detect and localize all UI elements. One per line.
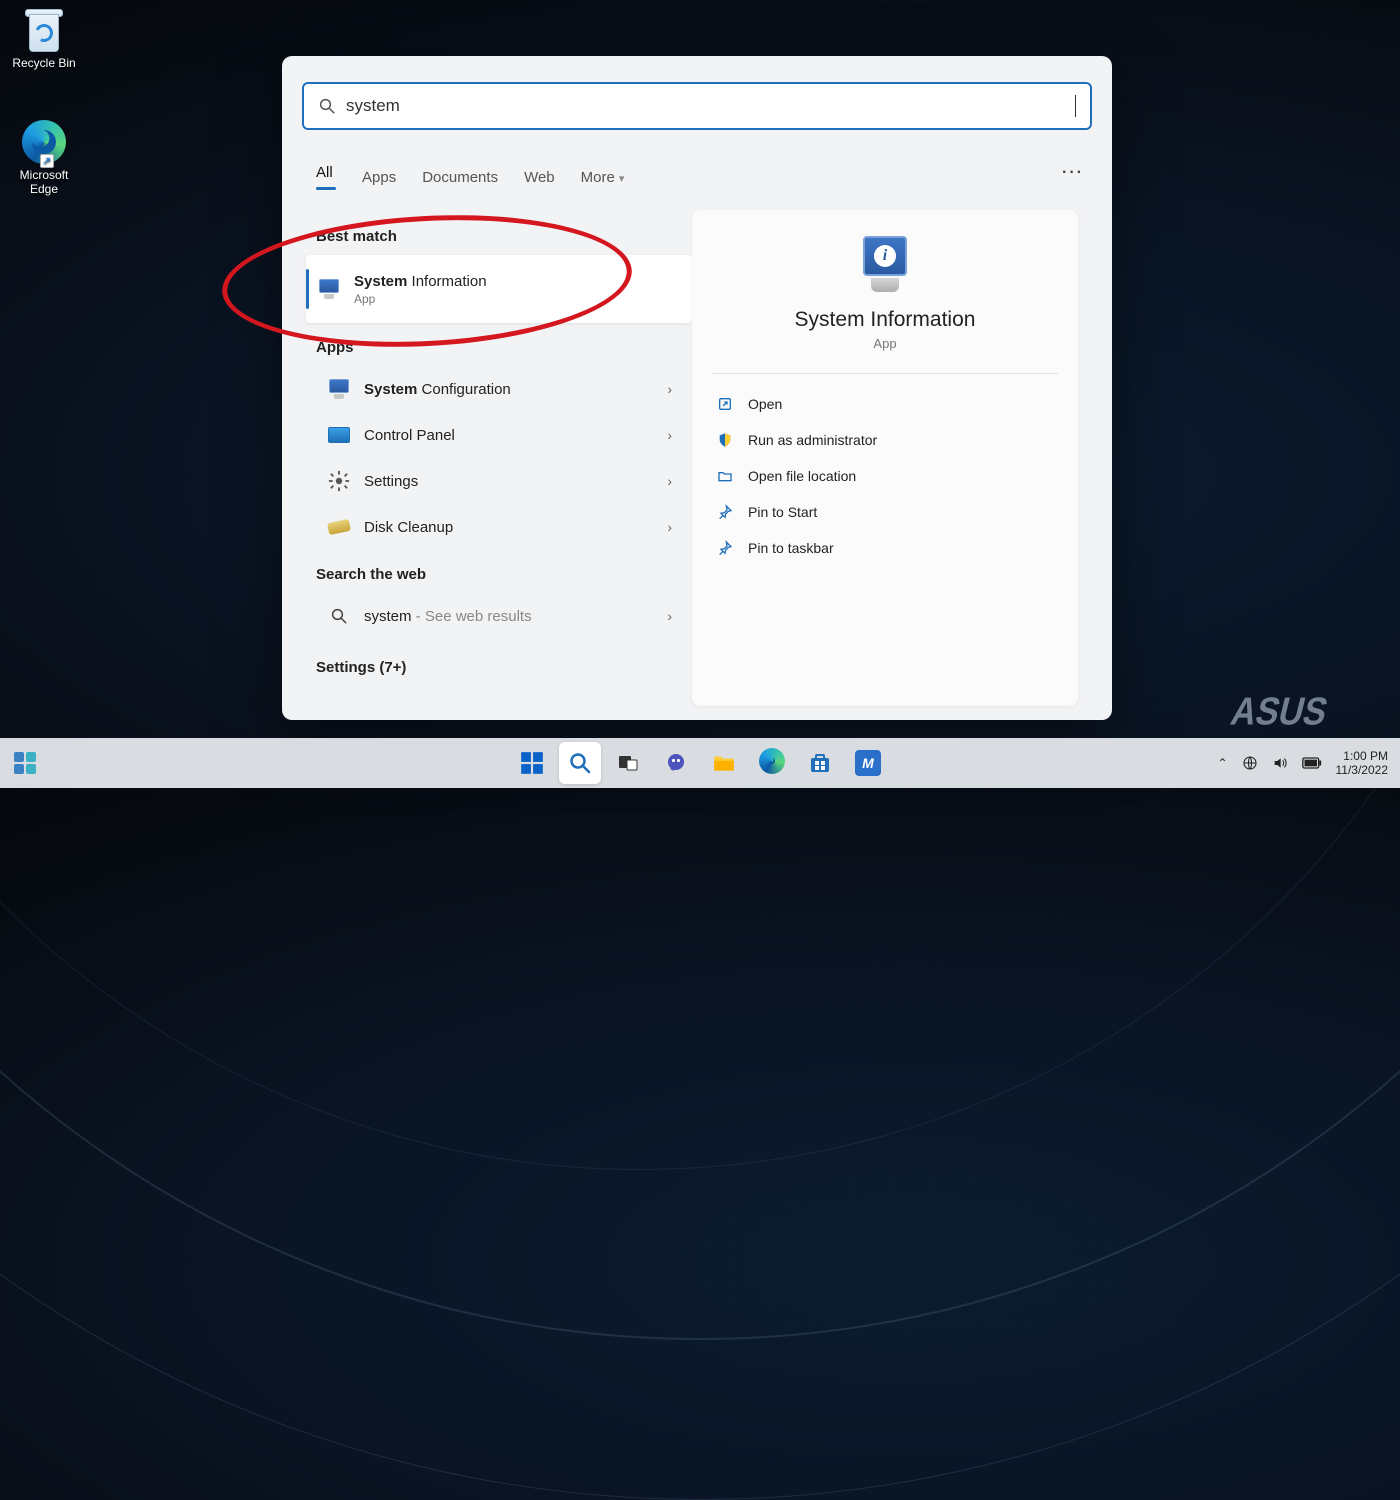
shortcut-arrow-icon: ↗ (40, 154, 54, 168)
taskbar: M ⌃ 1:00 PM 11/3/2022 (0, 738, 1400, 788)
tab-all[interactable]: All (316, 154, 336, 200)
msconfig-icon (326, 376, 352, 402)
desktop-icon-label: Recycle Bin (4, 56, 84, 70)
action-open-location[interactable]: Open file location (712, 458, 1058, 494)
pin-icon (716, 539, 734, 557)
volume-icon[interactable] (1272, 755, 1288, 771)
shield-icon (716, 431, 734, 449)
system-info-icon (316, 276, 342, 302)
action-run-admin[interactable]: Run as administrator (712, 422, 1058, 458)
battery-icon[interactable] (1302, 757, 1322, 769)
desktop-icon-recycle-bin[interactable]: Recycle Bin (4, 6, 84, 70)
search-box[interactable]: system (302, 82, 1092, 130)
chevron-down-icon: ▾ (619, 173, 625, 185)
tab-more[interactable]: More▾ (581, 159, 625, 196)
chevron-right-icon: › (667, 473, 672, 489)
action-pin-start[interactable]: Pin to Start (712, 494, 1058, 530)
edge-taskbar-button[interactable] (751, 742, 793, 784)
system-info-icon: i (855, 236, 915, 292)
search-options-button[interactable]: ··· (1062, 164, 1084, 182)
result-system-information[interactable]: System Information App (306, 255, 692, 323)
desktop-icon-label: Microsoft Edge (4, 168, 84, 196)
tab-web[interactable]: Web (524, 159, 555, 196)
pin-icon (716, 503, 734, 521)
chevron-right-icon: › (667, 381, 672, 397)
start-button[interactable] (511, 742, 553, 784)
taskbar-clock[interactable]: 1:00 PM 11/3/2022 (1336, 749, 1389, 777)
section-apps: Apps (316, 339, 682, 356)
result-control-panel[interactable]: Control Panel › (316, 412, 682, 458)
preview-subtitle: App (712, 336, 1058, 351)
result-web-system[interactable]: system - See web results › (316, 593, 682, 639)
myasus-button[interactable]: M (847, 742, 889, 784)
network-icon[interactable] (1242, 755, 1258, 771)
recycle-bin-icon (23, 6, 65, 52)
search-input-text: system (346, 96, 1075, 116)
file-explorer-button[interactable] (703, 742, 745, 784)
chevron-right-icon: › (667, 519, 672, 535)
widgets-button[interactable] (10, 748, 40, 778)
task-view-button[interactable] (607, 742, 649, 784)
system-tray: ⌃ 1:00 PM 11/3/2022 (1217, 738, 1388, 788)
search-filter-tabs: All Apps Documents Web More▾ (316, 154, 624, 200)
gear-icon (326, 468, 352, 494)
section-search-web: Search the web (316, 566, 682, 583)
divider (712, 373, 1058, 374)
open-icon (716, 395, 734, 413)
chevron-right-icon: › (667, 427, 672, 443)
result-settings[interactable]: Settings › (316, 458, 682, 504)
action-open[interactable]: Open (712, 386, 1058, 422)
disk-cleanup-icon (326, 514, 352, 540)
tab-apps[interactable]: Apps (362, 159, 396, 196)
folder-icon (716, 467, 734, 485)
start-search-panel: system All Apps Documents Web More▾ ··· … (282, 56, 1112, 720)
action-pin-taskbar[interactable]: Pin to taskbar (712, 530, 1058, 566)
chat-button[interactable] (655, 742, 697, 784)
search-icon (326, 603, 352, 629)
preview-title: System Information (712, 308, 1058, 332)
tray-overflow-button[interactable]: ⌃ (1217, 756, 1227, 770)
search-icon (318, 97, 336, 115)
search-preview-pane: i System Information App Open Run as adm… (692, 210, 1078, 706)
chevron-right-icon: › (667, 608, 672, 624)
tab-documents[interactable]: Documents (422, 159, 498, 196)
result-system-configuration[interactable]: System Configuration › (316, 366, 682, 412)
result-disk-cleanup[interactable]: Disk Cleanup › (316, 504, 682, 550)
control-panel-icon (326, 422, 352, 448)
section-best-match: Best match (316, 228, 682, 245)
brand-logo: ASUS (1226, 690, 1332, 735)
desktop-icon-edge[interactable]: ↗ Microsoft Edge (4, 120, 84, 196)
section-settings-more[interactable]: Settings (7+) (316, 659, 682, 676)
microsoft-store-button[interactable] (799, 742, 841, 784)
taskbar-search-button[interactable] (559, 742, 601, 784)
text-caret (1075, 95, 1076, 117)
